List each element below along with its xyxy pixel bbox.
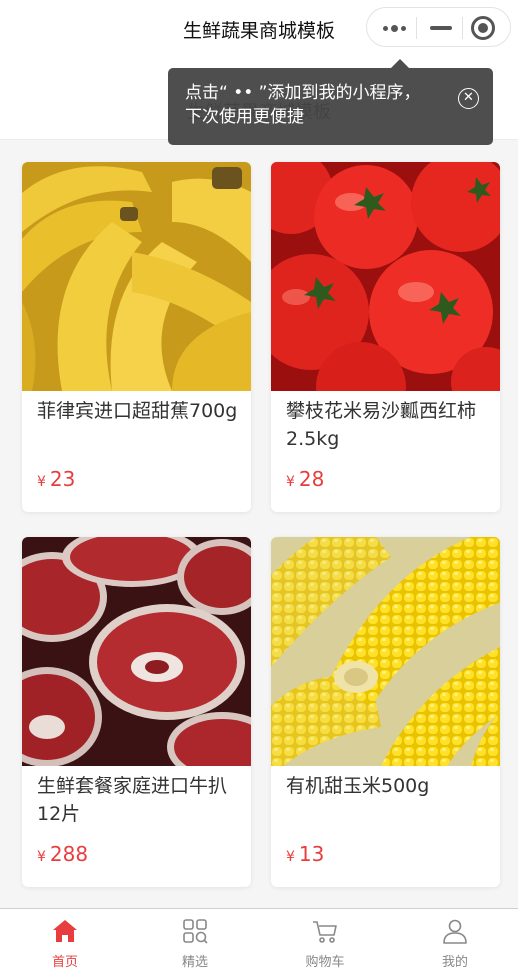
tab-label: 精选: [181, 955, 208, 970]
add-to-my-miniprogram-tooltip: 点击“ •• ”添加到我的小程序， 下次使用更便捷 ✕: [168, 59, 493, 145]
product-name: 有机甜玉米500g: [286, 775, 430, 797]
price-value: 288: [49, 842, 89, 866]
currency-symbol: ¥: [37, 849, 46, 865]
tab-featured[interactable]: 精选: [130, 909, 260, 975]
product-name: 生鲜套餐家庭进口牛扒12片: [37, 775, 228, 825]
product-name: 攀枝花米易沙瓤西红柿2.5kg: [286, 400, 477, 450]
banana-image: [22, 162, 251, 391]
price-value: 23: [49, 467, 76, 491]
price-value: 13: [298, 842, 325, 866]
tab-home[interactable]: 首页: [0, 909, 130, 975]
tab-cart[interactable]: 购物车: [260, 909, 390, 975]
corn-image: [271, 537, 500, 766]
tooltip-text-line1: 点击“ •• ”添加到我的小程序，: [185, 83, 421, 103]
product-price: ¥13: [286, 842, 324, 866]
product-price: ¥28: [286, 467, 324, 491]
more-dots-icon[interactable]: [379, 8, 415, 48]
product-card-corn[interactable]: 有机甜玉米500g ¥13: [271, 537, 500, 887]
product-card-tomato[interactable]: 攀枝花米易沙瓤西红柿2.5kg ¥28: [271, 162, 500, 512]
close-icon[interactable]: ✕: [458, 88, 479, 109]
price-value: 28: [298, 467, 325, 491]
mini-program-capsule: [366, 7, 511, 47]
currency-symbol: ¥: [37, 474, 46, 490]
product-card-banana[interactable]: 菲律宾进口超甜蕉700g ¥23: [22, 162, 251, 512]
tab-bar: 首页 精选 购物车 我的: [0, 908, 518, 975]
user-icon: [443, 919, 467, 944]
home-icon: [53, 920, 77, 942]
target-circle-icon[interactable]: [471, 16, 495, 40]
product-card-beef[interactable]: 生鲜套餐家庭进口牛扒12片 ¥288: [22, 537, 251, 887]
tab-label: 首页: [51, 955, 78, 970]
grid-icon: [183, 919, 208, 944]
tab-label: 购物车: [305, 955, 345, 970]
product-name: 菲律宾进口超甜蕉700g: [37, 400, 238, 422]
minimize-icon[interactable]: [427, 8, 459, 48]
cart-icon: [313, 921, 337, 943]
product-price: ¥288: [37, 842, 88, 866]
capsule-divider: [462, 17, 463, 39]
tomato-image: [271, 162, 500, 391]
currency-symbol: ¥: [286, 849, 295, 865]
beef-steak-image: [22, 537, 251, 766]
tooltip-text-line2: 下次使用更便捷: [185, 107, 304, 127]
currency-symbol: ¥: [286, 474, 295, 490]
tab-profile[interactable]: 我的: [390, 909, 518, 975]
tab-label: 我的: [441, 955, 468, 970]
capsule-divider: [416, 17, 417, 39]
product-price: ¥23: [37, 467, 75, 491]
